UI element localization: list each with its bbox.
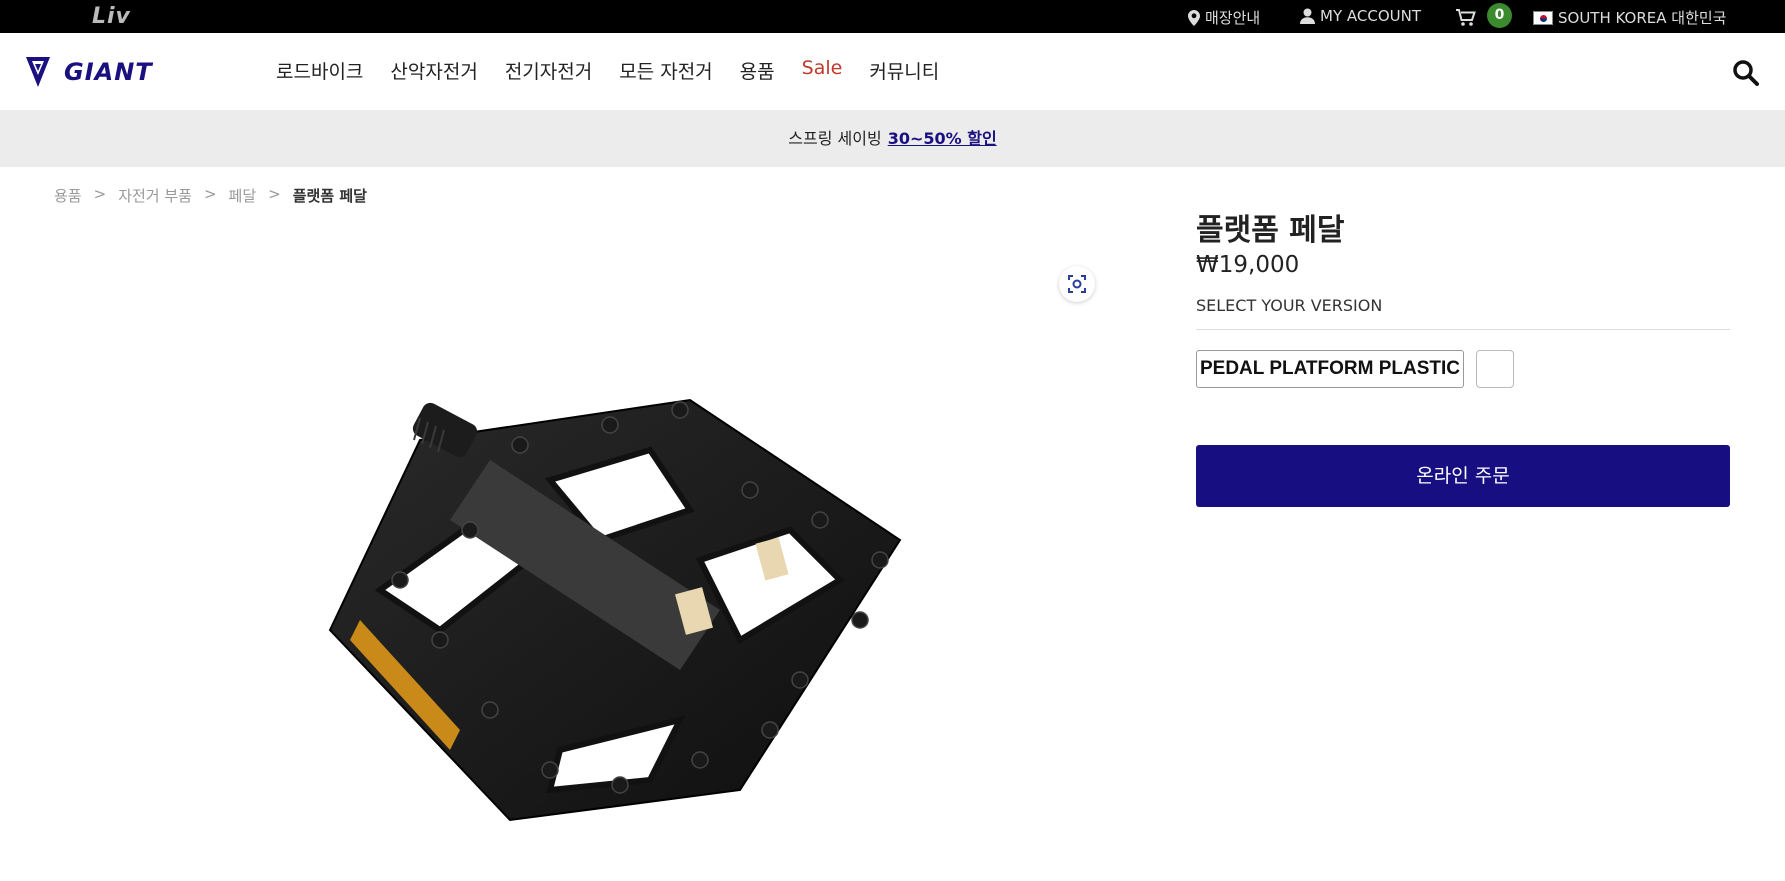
cart-count-badge: 0: [1487, 3, 1512, 28]
promo-text: 스프링 세이빙: [788, 129, 882, 148]
giant-wordmark: GIANT: [64, 58, 153, 86]
search-button[interactable]: [1732, 59, 1760, 87]
my-account-link[interactable]: MY ACCOUNT: [1300, 7, 1421, 25]
main-nav: 로드바이크 산악자전거 전기자전거 모든 자전거 용품 Sale 커뮤니티: [276, 57, 939, 84]
version-option-button[interactable]: PEDAL PLATFORM PLASTIC: [1196, 350, 1464, 388]
breadcrumb-item-pedals[interactable]: 페달: [229, 185, 257, 206]
product-image: [328, 398, 902, 822]
giant-triangle-icon: [26, 57, 50, 87]
breadcrumb-current: 플랫폼 페달: [292, 187, 367, 205]
store-locator-link[interactable]: 매장안내: [1188, 7, 1260, 28]
promo-link[interactable]: 30~50% 할인: [888, 129, 997, 148]
breadcrumb-separator: >: [203, 185, 217, 203]
product-price: ₩19,000: [1196, 252, 1300, 278]
breadcrumb-separator: >: [93, 185, 107, 203]
nav-road-bikes[interactable]: 로드바이크: [276, 57, 363, 84]
location-pin-icon: [1188, 9, 1200, 26]
top-utility-bar: Liv 매장안내 MY ACCOUNT 0 SOUTH KOREA 대한민국: [0, 0, 1785, 33]
country-selector[interactable]: SOUTH KOREA 대한민국: [1533, 7, 1726, 28]
country-label: SOUTH KOREA 대한민국: [1558, 9, 1727, 27]
breadcrumb-item-gear[interactable]: 용품: [54, 185, 82, 206]
search-icon: [1733, 60, 1759, 86]
cart-icon: [1456, 9, 1476, 26]
nav-gear[interactable]: 용품: [740, 57, 775, 84]
my-account-label: MY ACCOUNT: [1320, 7, 1421, 25]
store-locator-label: 매장안내: [1205, 9, 1261, 27]
user-icon: [1300, 8, 1315, 24]
zoom-button[interactable]: [1059, 266, 1095, 302]
nav-all-bikes[interactable]: 모든 자전거: [619, 57, 712, 84]
breadcrumb: 용품 > 자전거 부품 > 페달 > 플랫폼 페달: [54, 185, 367, 206]
nav-community[interactable]: 커뮤니티: [869, 57, 939, 84]
pedal-body: [328, 398, 902, 822]
nav-mountain-bikes[interactable]: 산악자전거: [390, 57, 477, 84]
giant-logo[interactable]: GIANT: [26, 57, 153, 87]
liv-logo[interactable]: Liv: [92, 4, 131, 29]
product-title: 플랫폼 페달: [1196, 213, 1345, 248]
zoom-scan-icon: [1068, 275, 1086, 293]
version-label: SELECT YOUR VERSION: [1196, 296, 1383, 315]
korea-flag-icon: [1533, 10, 1553, 25]
main-header: GIANT 로드바이크 산악자전거 전기자전거 모든 자전거 용품 Sale 커…: [0, 33, 1785, 110]
breadcrumb-item-bike-parts[interactable]: 자전거 부품: [118, 185, 192, 206]
divider: [1196, 329, 1730, 330]
online-order-button[interactable]: 온라인 주문: [1196, 445, 1730, 507]
cart-link[interactable]: 0: [1456, 3, 1512, 28]
promo-banner: 스프링 세이빙 30~50% 할인: [0, 110, 1785, 167]
version-color-swatch[interactable]: [1476, 350, 1514, 388]
nav-e-bikes[interactable]: 전기자전거: [505, 57, 592, 84]
breadcrumb-separator: >: [268, 185, 281, 203]
nav-sale[interactable]: Sale: [802, 57, 843, 84]
